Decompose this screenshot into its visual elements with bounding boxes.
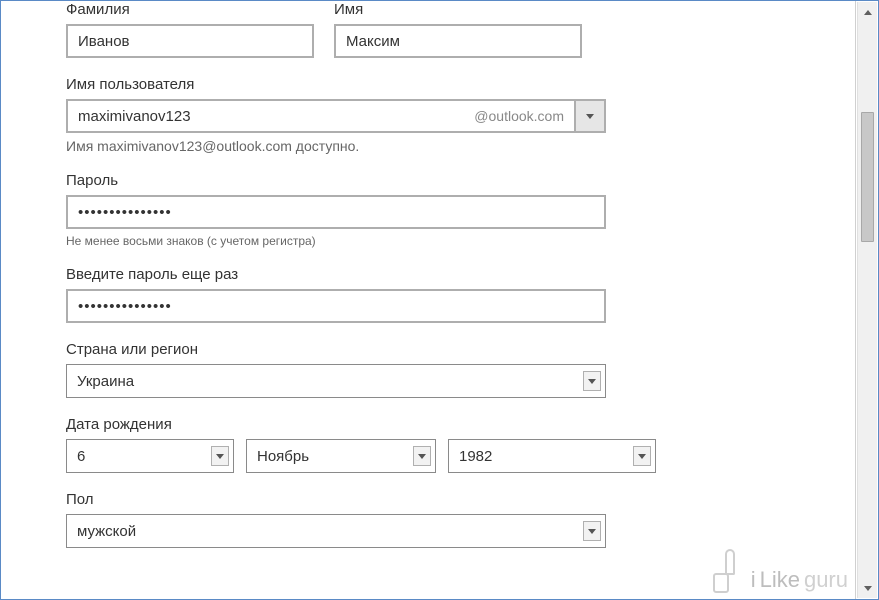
country-label: Страна или регион: [66, 341, 855, 358]
gender-value: мужской: [77, 523, 136, 540]
gender-group: Пол мужской: [66, 491, 855, 548]
username-wrap: @outlook.com: [66, 99, 606, 133]
password-confirm-label: Введите пароль еще раз: [66, 266, 855, 283]
password-confirm-input[interactable]: [66, 289, 606, 323]
dob-row: 6 Ноябрь 1982: [66, 439, 855, 473]
surname-input[interactable]: [66, 24, 314, 58]
firstname-input[interactable]: [334, 24, 582, 58]
surname-group: Фамилия: [66, 1, 314, 58]
password-input[interactable]: [66, 195, 606, 229]
select-arrow-icon: [413, 446, 431, 466]
firstname-group: Имя: [334, 1, 582, 58]
dob-month-select[interactable]: Ноябрь: [246, 439, 436, 473]
password-hint: Не менее восьми знаков (с учетом регистр…: [66, 234, 855, 248]
select-arrow-icon: [583, 521, 601, 541]
username-group: Имя пользователя @outlook.com Имя maximi…: [66, 76, 855, 154]
country-group: Страна или регион Украина: [66, 341, 855, 398]
email-domain-label: @outlook.com: [464, 99, 574, 133]
surname-label: Фамилия: [66, 1, 314, 18]
username-label: Имя пользователя: [66, 76, 855, 93]
form-content: Фамилия Имя Имя пользователя @outlook.co…: [1, 1, 856, 599]
password-label: Пароль: [66, 172, 855, 189]
scroll-thumb[interactable]: [861, 112, 874, 242]
username-input[interactable]: [66, 99, 464, 133]
name-row: Фамилия Имя: [66, 1, 855, 58]
email-domain-dropdown[interactable]: [574, 99, 606, 133]
country-value: Украина: [77, 373, 134, 390]
dob-month-value: Ноябрь: [257, 448, 309, 465]
dob-day-value: 6: [77, 448, 85, 465]
country-select[interactable]: Украина: [66, 364, 606, 398]
scroll-up-button[interactable]: [858, 2, 877, 22]
select-arrow-icon: [633, 446, 651, 466]
dob-year-select[interactable]: 1982: [448, 439, 656, 473]
dob-year-value: 1982: [459, 448, 492, 465]
password-confirm-group: Введите пароль еще раз: [66, 266, 855, 323]
scroll-down-button[interactable]: [858, 578, 877, 598]
username-available-msg: Имя maximivanov123@outlook.com доступно.: [66, 138, 855, 154]
gender-label: Пол: [66, 491, 855, 508]
dob-label: Дата рождения: [66, 416, 855, 433]
registration-form: Фамилия Имя Имя пользователя @outlook.co…: [66, 1, 855, 548]
vertical-scrollbar[interactable]: [857, 2, 877, 598]
arrow-up-icon: [864, 10, 872, 15]
firstname-label: Имя: [334, 1, 582, 18]
chevron-down-icon: [586, 114, 594, 119]
select-arrow-icon: [211, 446, 229, 466]
select-arrow-icon: [583, 371, 601, 391]
arrow-down-icon: [864, 586, 872, 591]
browser-window: Фамилия Имя Имя пользователя @outlook.co…: [0, 0, 879, 600]
password-group: Пароль Не менее восьми знаков (с учетом …: [66, 172, 855, 248]
gender-select[interactable]: мужской: [66, 514, 606, 548]
dob-group: Дата рождения 6 Ноябрь 1982: [66, 416, 855, 473]
dob-day-select[interactable]: 6: [66, 439, 234, 473]
